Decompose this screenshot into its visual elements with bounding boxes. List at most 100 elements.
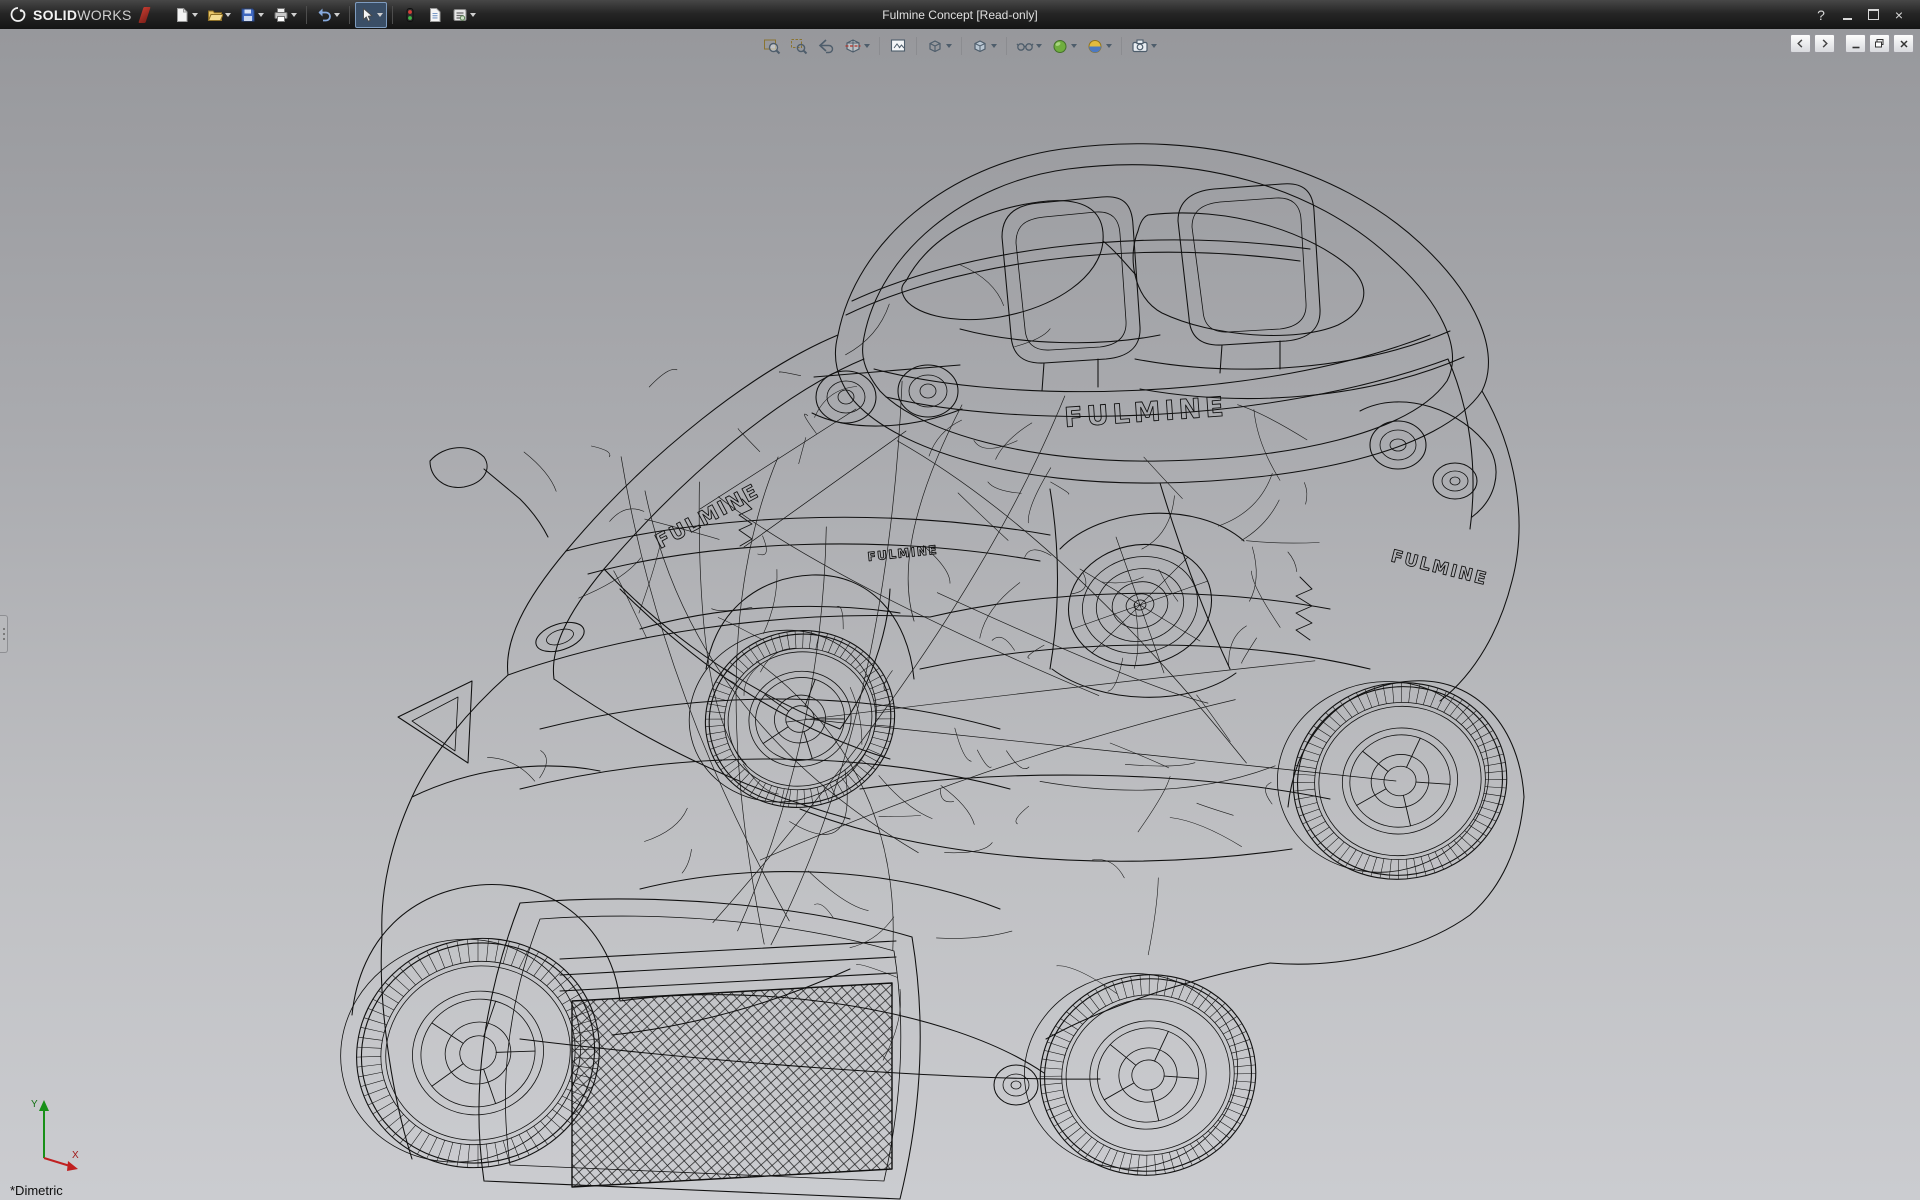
wireframe-detail-lines xyxy=(487,265,1319,1060)
help-button[interactable]: ? xyxy=(1810,5,1832,25)
save-button[interactable] xyxy=(236,2,268,28)
display-style-icon xyxy=(971,37,989,55)
view-settings-icon xyxy=(1131,37,1149,55)
restore-button[interactable] xyxy=(1862,5,1884,25)
main-toolbar xyxy=(170,2,480,28)
previous-view-icon xyxy=(817,37,835,55)
new-document-button[interactable] xyxy=(170,2,202,28)
dropdown-caret-icon xyxy=(1151,44,1157,48)
open-button[interactable] xyxy=(203,2,235,28)
model-wireframe: FULMINE FULMINE FULMINE FULMINE xyxy=(0,29,1920,1200)
doc-restore-button[interactable] xyxy=(1869,34,1890,53)
rebuild-stoplight-button[interactable] xyxy=(398,2,422,28)
orientation-triad[interactable]: Y X xyxy=(10,1092,84,1176)
dropdown-caret-icon xyxy=(377,13,383,17)
doc-minimize-button[interactable] xyxy=(1845,34,1866,53)
dropdown-caret-icon xyxy=(1106,44,1112,48)
model-lettering: FULMINE FULMINE FULMINE FULMINE xyxy=(651,392,1490,590)
3d-drawing-view-button[interactable] xyxy=(885,32,911,60)
edit-appearance-icon xyxy=(1051,37,1069,55)
help-icon: ? xyxy=(1817,7,1825,23)
toolbar-separator xyxy=(916,37,917,55)
toolbar-separator xyxy=(1121,37,1122,55)
car-wireframe: FULMINE FULMINE FULMINE FULMINE xyxy=(314,144,1524,1200)
dropdown-caret-icon xyxy=(1071,44,1077,48)
app-name: SOLIDWORKS xyxy=(33,7,132,23)
heads-up-view-toolbar xyxy=(759,32,1161,60)
x-axis xyxy=(44,1158,70,1166)
minimize-button[interactable] xyxy=(1836,5,1858,25)
file-properties-button[interactable] xyxy=(423,2,447,28)
toolbar-separator xyxy=(1006,37,1007,55)
model-text-cowl: FULMINE xyxy=(867,543,939,564)
section-view-icon xyxy=(844,37,862,55)
title-bar: SOLIDWORKS Fulmine Concept [Read-only] ?… xyxy=(0,0,1920,29)
x-axis-label: X xyxy=(72,1150,79,1161)
dropdown-caret-icon xyxy=(991,44,997,48)
dropdown-caret-icon xyxy=(225,13,231,17)
options-button[interactable] xyxy=(448,2,480,28)
edit-appearance-button[interactable] xyxy=(1047,32,1081,60)
undo-button[interactable] xyxy=(312,2,344,28)
print-icon xyxy=(273,7,289,23)
save-icon xyxy=(240,7,256,23)
hide-show-items-button[interactable] xyxy=(1012,32,1046,60)
display-style-button[interactable] xyxy=(967,32,1001,60)
dropdown-caret-icon xyxy=(291,13,297,17)
select-button[interactable] xyxy=(355,2,387,28)
featuremanager-splitter[interactable] xyxy=(0,615,8,653)
zoom-to-fit-button[interactable] xyxy=(759,32,785,60)
close-button[interactable]: × xyxy=(1888,5,1910,25)
wheels xyxy=(314,606,1522,1200)
minimize-icon xyxy=(1843,18,1852,20)
zoom-to-area-button[interactable] xyxy=(786,32,812,60)
open-icon xyxy=(207,7,223,23)
close-icon: × xyxy=(1895,7,1903,23)
doc-minimize-icon xyxy=(1851,39,1861,49)
window-controls: ? × xyxy=(1810,5,1920,25)
dropdown-caret-icon xyxy=(258,13,264,17)
file-properties-icon xyxy=(427,7,443,23)
options-icon xyxy=(452,7,468,23)
toolbar-separator xyxy=(306,6,307,24)
y-axis-label: Y xyxy=(31,1099,38,1110)
x-axis-arrow-icon xyxy=(67,1161,78,1171)
pane-back-button[interactable] xyxy=(1790,34,1811,53)
doc-restore-icon xyxy=(1874,38,1885,49)
previous-view-button[interactable] xyxy=(813,32,839,60)
apply-scene-button[interactable] xyxy=(1082,32,1116,60)
model-text-body: FULMINE xyxy=(1063,392,1228,434)
pane-forward-button[interactable] xyxy=(1814,34,1835,53)
apply-scene-icon xyxy=(1086,37,1104,55)
new-document-icon xyxy=(174,7,190,23)
dropdown-caret-icon xyxy=(864,44,870,48)
hide-show-items-icon xyxy=(1016,37,1034,55)
select-icon xyxy=(359,7,375,23)
toolbar-separator xyxy=(349,6,350,24)
rebuild-stoplight-icon xyxy=(402,7,418,23)
dropdown-caret-icon xyxy=(1036,44,1042,48)
view-orientation-label: *Dimetric xyxy=(10,1183,63,1198)
3ds-logo-icon xyxy=(8,6,28,24)
pane-forward-icon xyxy=(1819,38,1830,49)
view-orientation-icon xyxy=(926,37,944,55)
section-view-button[interactable] xyxy=(840,32,874,60)
view-orientation-button[interactable] xyxy=(922,32,956,60)
logo-accent-icon xyxy=(138,7,150,23)
model-text-rear: FULMINE xyxy=(1389,546,1490,589)
restore-icon xyxy=(1868,9,1879,20)
print-button[interactable] xyxy=(269,2,301,28)
dropdown-caret-icon xyxy=(334,13,340,17)
dropdown-caret-icon xyxy=(946,44,952,48)
document-window-controls xyxy=(1790,34,1914,53)
dropdown-caret-icon xyxy=(192,13,198,17)
view-settings-button[interactable] xyxy=(1127,32,1161,60)
graphics-area[interactable]: FULMINE FULMINE FULMINE FULMINE Y X *Dim… xyxy=(0,29,1920,1200)
y-axis-arrow-icon xyxy=(39,1100,49,1111)
app-logo: SOLIDWORKS xyxy=(0,0,156,29)
pane-back-icon xyxy=(1795,38,1806,49)
doc-close-button[interactable] xyxy=(1893,34,1914,53)
3d-drawing-view-icon xyxy=(889,37,907,55)
toolbar-separator xyxy=(392,6,393,24)
dropdown-caret-icon xyxy=(470,13,476,17)
